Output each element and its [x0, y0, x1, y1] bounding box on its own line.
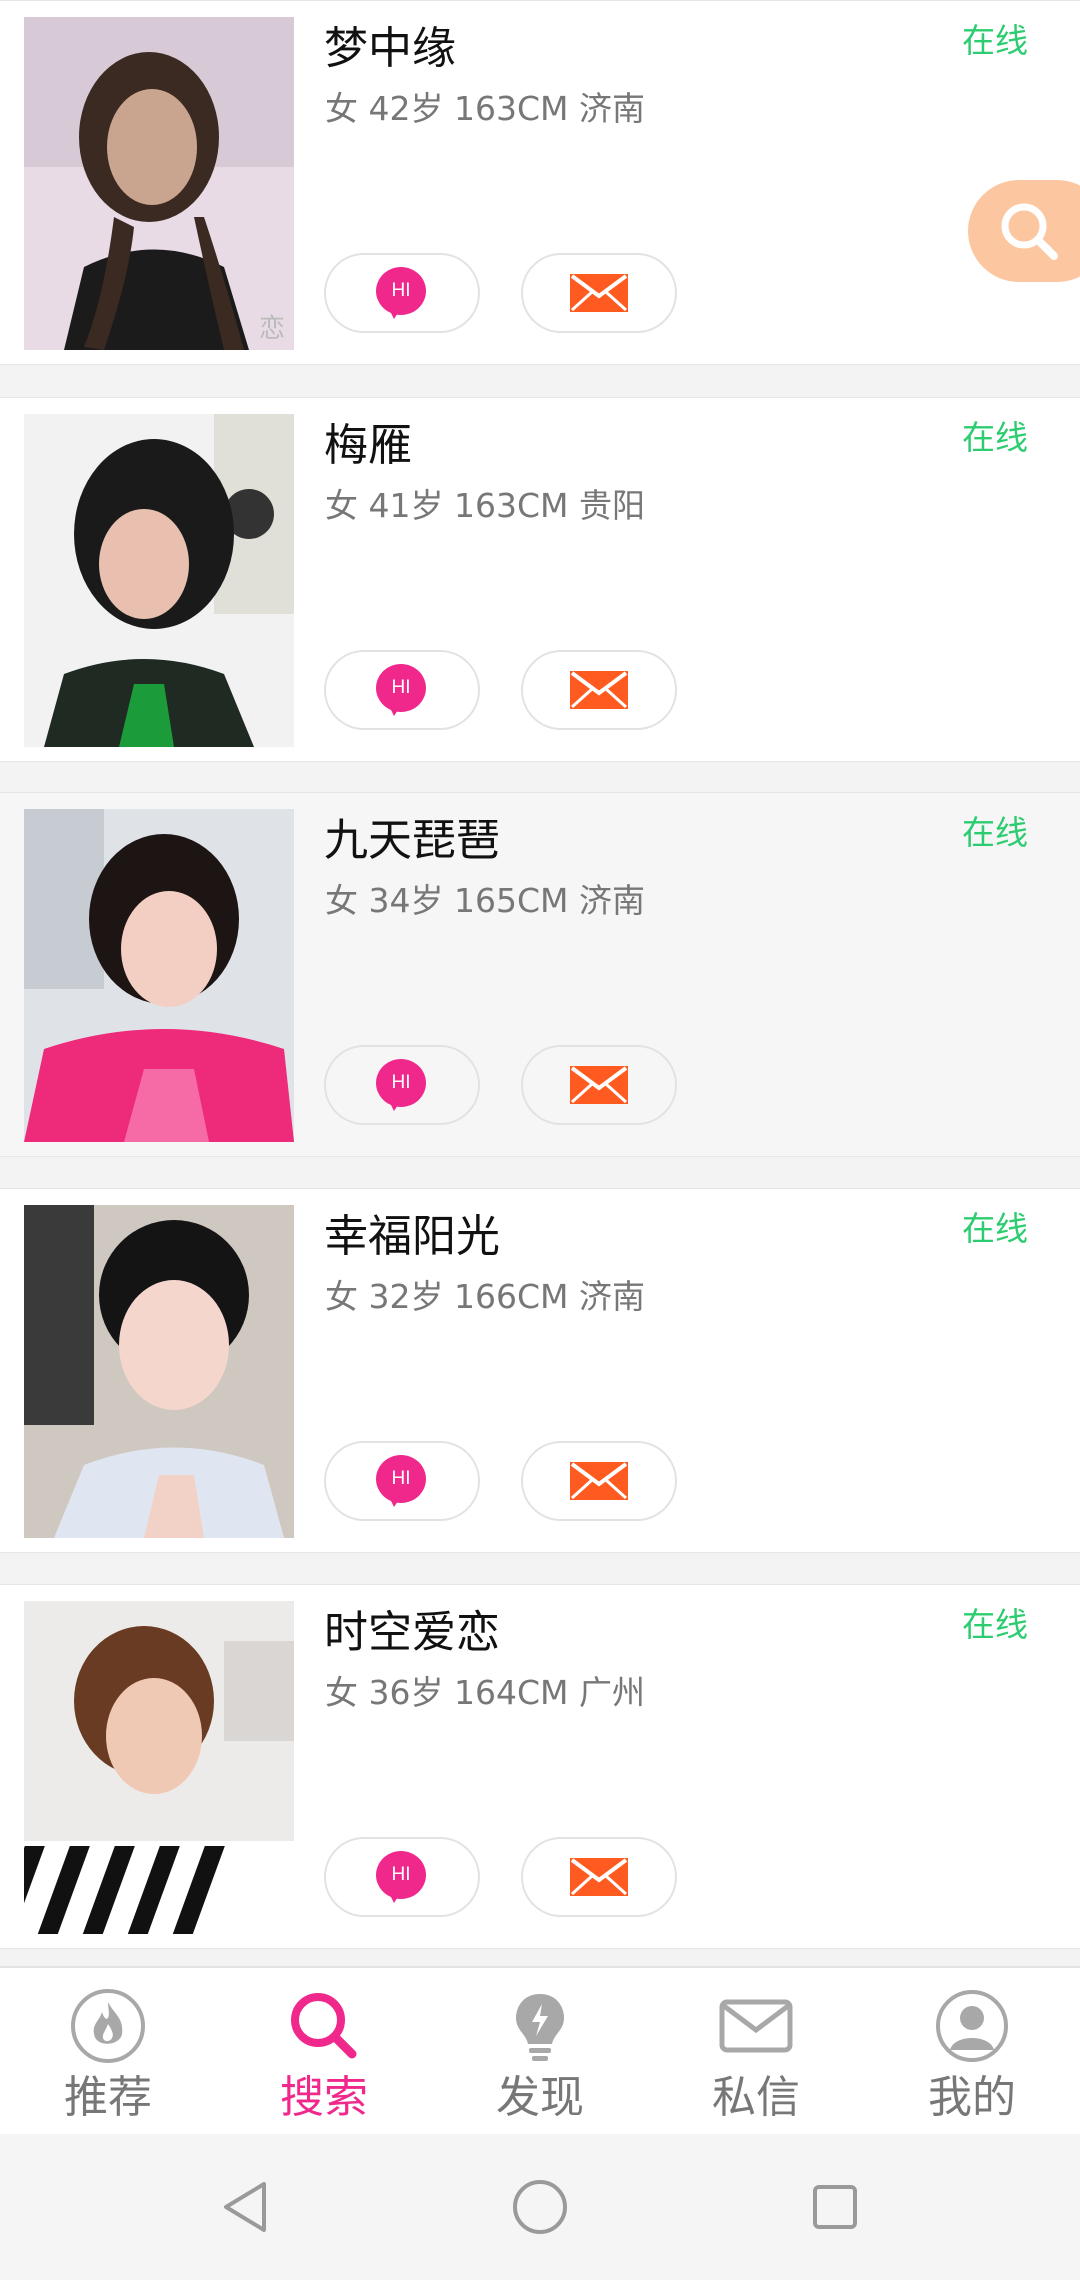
- hi-bubble-icon: HI: [376, 664, 428, 716]
- hi-bubble-icon: HI: [376, 1059, 428, 1111]
- user-name: 梦中缘: [324, 23, 456, 74]
- hi-bubble-icon: HI: [376, 1455, 428, 1507]
- user-name: 时空爱恋: [324, 1607, 500, 1658]
- envelope-icon: [570, 274, 628, 312]
- flame-icon: [68, 1986, 148, 2066]
- nav-tab-search[interactable]: 搜索: [216, 1968, 432, 2136]
- user-card[interactable]: 幸福阳光 女 32岁 166CM 济南 在线 HI: [0, 1188, 1080, 1553]
- nav-label: 发现: [496, 2072, 584, 2123]
- online-status: 在线: [962, 1209, 1028, 1248]
- user-name: 幸福阳光: [324, 1211, 500, 1262]
- send-message-button[interactable]: [521, 1045, 677, 1125]
- user-photo[interactable]: [24, 414, 294, 747]
- send-message-button[interactable]: [521, 650, 677, 730]
- user-photo[interactable]: [24, 809, 294, 1142]
- nav-label: 搜索: [280, 2072, 368, 2123]
- envelope-icon: [570, 1462, 628, 1500]
- send-message-button[interactable]: [521, 253, 677, 333]
- nav-label: 推荐: [64, 2072, 152, 2123]
- user-name: 九天琵琶: [324, 815, 500, 866]
- nav-tab-messages[interactable]: 私信: [648, 1968, 864, 2136]
- say-hi-button[interactable]: HI: [324, 650, 480, 730]
- send-message-button[interactable]: [521, 1441, 677, 1521]
- floating-search-button[interactable]: [968, 180, 1080, 282]
- say-hi-button[interactable]: HI: [324, 1441, 480, 1521]
- hi-bubble-icon: HI: [376, 267, 428, 319]
- home-icon[interactable]: [505, 2172, 575, 2242]
- search-icon: [1001, 203, 1058, 260]
- nav-tab-recommend[interactable]: 推荐: [0, 1968, 216, 2136]
- user-info: 女 32岁 166CM 济南: [325, 1277, 645, 1316]
- send-message-button[interactable]: [521, 1837, 677, 1917]
- nav-label: 私信: [712, 2072, 800, 2123]
- profile-icon: [932, 1986, 1012, 2066]
- user-info: 女 36岁 164CM 广州: [325, 1673, 645, 1712]
- bottom-nav: 推荐 搜索 发现 私信 我的: [0, 1966, 1080, 2134]
- user-card[interactable]: 梅雁 女 41岁 163CM 贵阳 在线 HI: [0, 397, 1080, 762]
- online-status: 在线: [962, 21, 1028, 60]
- recents-icon[interactable]: [800, 2172, 870, 2242]
- online-status: 在线: [962, 813, 1028, 852]
- system-nav-bar: [0, 2134, 1080, 2280]
- hi-bubble-icon: HI: [376, 1851, 428, 1903]
- user-photo[interactable]: 恋: [24, 17, 294, 350]
- say-hi-button[interactable]: HI: [324, 1045, 480, 1125]
- nav-tab-profile[interactable]: 我的: [864, 1968, 1080, 2136]
- user-info: 女 41岁 163CM 贵阳: [325, 486, 645, 525]
- mail-icon: [716, 1986, 796, 2066]
- user-info: 女 34岁 165CM 济南: [325, 881, 645, 920]
- envelope-icon: [570, 1066, 628, 1104]
- search-icon: [284, 1986, 364, 2066]
- svg-text:恋: 恋: [259, 314, 285, 344]
- user-card[interactable]: 九天琵琶 女 34岁 165CM 济南 在线 HI: [0, 792, 1080, 1157]
- online-status: 在线: [962, 1605, 1028, 1644]
- lightbulb-icon: [500, 1986, 580, 2066]
- app-screen: 恋 梦中缘 女 42岁 163CM 济南 在线 HI 梅雁 女 41岁 163C…: [0, 0, 1080, 2280]
- user-card[interactable]: 恋 梦中缘 女 42岁 163CM 济南 在线 HI: [0, 0, 1080, 365]
- user-photo[interactable]: [24, 1205, 294, 1538]
- user-info: 女 42岁 163CM 济南: [325, 89, 645, 128]
- nav-tab-discover[interactable]: 发现: [432, 1968, 648, 2136]
- online-status: 在线: [962, 418, 1028, 457]
- say-hi-button[interactable]: HI: [324, 1837, 480, 1917]
- back-icon[interactable]: [210, 2172, 280, 2242]
- user-list[interactable]: 恋 梦中缘 女 42岁 163CM 济南 在线 HI 梅雁 女 41岁 163C…: [0, 0, 1080, 1966]
- envelope-icon: [570, 671, 628, 709]
- say-hi-button[interactable]: HI: [324, 253, 480, 333]
- user-card[interactable]: 时空爱恋 女 36岁 164CM 广州 在线 HI: [0, 1584, 1080, 1949]
- envelope-icon: [570, 1858, 628, 1896]
- nav-label: 我的: [928, 2072, 1016, 2123]
- user-name: 梅雁: [324, 420, 412, 471]
- user-photo[interactable]: [24, 1601, 294, 1934]
